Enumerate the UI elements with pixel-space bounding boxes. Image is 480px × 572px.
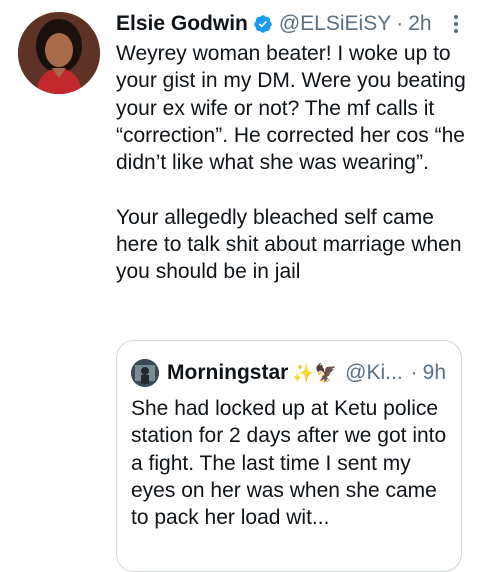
verified-badge-icon bbox=[253, 14, 273, 34]
quoted-author-handle: @Ki... bbox=[345, 361, 403, 384]
tweet-header: Elsie Godwin @ELSiEiSY · 2h bbox=[116, 10, 432, 38]
tweet-timestamp[interactable]: 2h bbox=[408, 12, 431, 36]
more-options-icon[interactable] bbox=[444, 12, 468, 36]
quoted-author-name: Morningstar bbox=[167, 361, 289, 384]
tweet-text: Weyrey woman beater! I woke up to your g… bbox=[116, 40, 468, 286]
author-name[interactable]: Elsie Godwin bbox=[116, 12, 248, 36]
quoted-separator-dot: · bbox=[410, 361, 418, 384]
tweet-paragraph: Your allegedly bleached self came here t… bbox=[116, 205, 462, 284]
author-avatar[interactable] bbox=[18, 12, 100, 94]
author-handle[interactable]: @ELSiEiSY bbox=[279, 12, 391, 36]
quoted-tweet-timestamp: 9h bbox=[422, 361, 447, 384]
tweet[interactable]: Elsie Godwin @ELSiEiSY · 2h Weyrey woman… bbox=[0, 0, 480, 572]
quoted-tweet-text: She had locked up at Ketu police station… bbox=[131, 397, 447, 530]
separator-dot: · bbox=[396, 12, 404, 35]
quoted-author-avatar bbox=[131, 359, 159, 387]
tweet-paragraph: Weyrey woman beater! I woke up to your g… bbox=[116, 42, 466, 175]
quoted-tweet-header: Morningstar ✨🦅 @Ki... · 9h bbox=[131, 359, 451, 387]
quoted-author-emojis: ✨🦅 bbox=[292, 362, 338, 383]
quoted-tweet[interactable]: Morningstar ✨🦅 @Ki... · 9h She had locke… bbox=[116, 340, 462, 572]
